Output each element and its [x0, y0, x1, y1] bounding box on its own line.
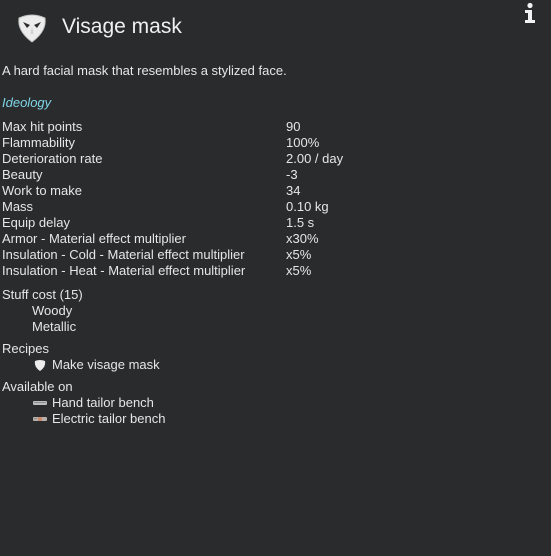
recipes-group: Recipes Make visage mask [2, 341, 160, 373]
stat-label: Flammability [2, 135, 75, 150]
recipe-label: Make visage mask [52, 357, 160, 372]
page-title: Visage mask [62, 15, 182, 38]
item-description: A hard facial mask that resembles a styl… [2, 63, 287, 78]
stat-value: -3 [286, 167, 298, 182]
stat-row[interactable]: Armor - Material effect multiplier x30% [2, 231, 542, 247]
recipe-item[interactable]: Make visage mask [2, 357, 160, 373]
electric-tailor-bench-icon [33, 417, 47, 421]
stat-value: 34 [286, 183, 301, 198]
available-on-title: Available on [2, 379, 73, 394]
stat-row[interactable]: Flammability 100% [2, 135, 542, 151]
stat-label: Armor - Material effect multiplier [2, 231, 186, 246]
stat-value: x30% [286, 231, 319, 246]
visage-mask-small-icon [34, 360, 46, 371]
stat-value: 1.5 s [286, 215, 315, 230]
stat-row[interactable]: Insulation - Cold - Material effect mult… [2, 247, 542, 263]
stuff-cost-group: Stuff cost (15) Woody Metallic [2, 287, 83, 335]
section-label-ideology: Ideology [2, 95, 52, 110]
stat-row[interactable]: Beauty -3 [2, 167, 542, 183]
stat-label: Equip delay [2, 215, 70, 230]
stat-row[interactable]: Max hit points 90 [2, 119, 542, 135]
stat-label: Deterioration rate [2, 151, 103, 166]
stat-row[interactable]: Insulation - Heat - Material effect mult… [2, 263, 542, 279]
stat-label: Insulation - Cold - Material effect mult… [2, 247, 245, 262]
stat-label: Work to make [2, 183, 82, 198]
info-icon[interactable] [521, 2, 539, 24]
recipes-title: Recipes [2, 341, 49, 356]
stat-label: Insulation - Heat - Material effect mult… [2, 263, 246, 278]
header: Visage mask [14, 9, 182, 45]
hand-tailor-bench-icon [33, 401, 47, 405]
workbench-item[interactable]: Hand tailor bench [2, 395, 165, 411]
stat-row[interactable]: Deterioration rate 2.00 / day [2, 151, 542, 167]
stat-row[interactable]: Mass 0.10 kg [2, 199, 542, 215]
stat-label: Mass [2, 199, 34, 214]
stuff-category-item[interactable]: Woody [2, 303, 83, 319]
stats-list: Max hit points 90 Flammability 100% Dete… [2, 119, 542, 279]
stat-value: 90 [286, 119, 301, 134]
stat-row[interactable]: Equip delay 1.5 s [2, 215, 542, 231]
stat-label: Max hit points [2, 119, 83, 134]
stuff-category-item[interactable]: Metallic [2, 319, 83, 335]
workbench-item[interactable]: Electric tailor bench [2, 411, 165, 427]
stat-value: 0.10 kg [286, 199, 329, 214]
stat-value: 2.00 / day [286, 151, 344, 166]
stat-label: Beauty [2, 167, 43, 182]
available-on-group: Available on Hand tailor bench Electric … [2, 379, 165, 427]
workbench-label: Hand tailor bench [52, 395, 154, 410]
stuff-cost-title[interactable]: Stuff cost (15) [2, 287, 83, 303]
workbench-label: Electric tailor bench [52, 411, 166, 426]
stat-value: x5% [286, 247, 312, 262]
stat-value: x5% [286, 263, 312, 278]
stat-row[interactable]: Work to make 34 [2, 183, 542, 199]
visage-mask-icon [18, 14, 46, 43]
stat-value: 100% [286, 135, 320, 150]
